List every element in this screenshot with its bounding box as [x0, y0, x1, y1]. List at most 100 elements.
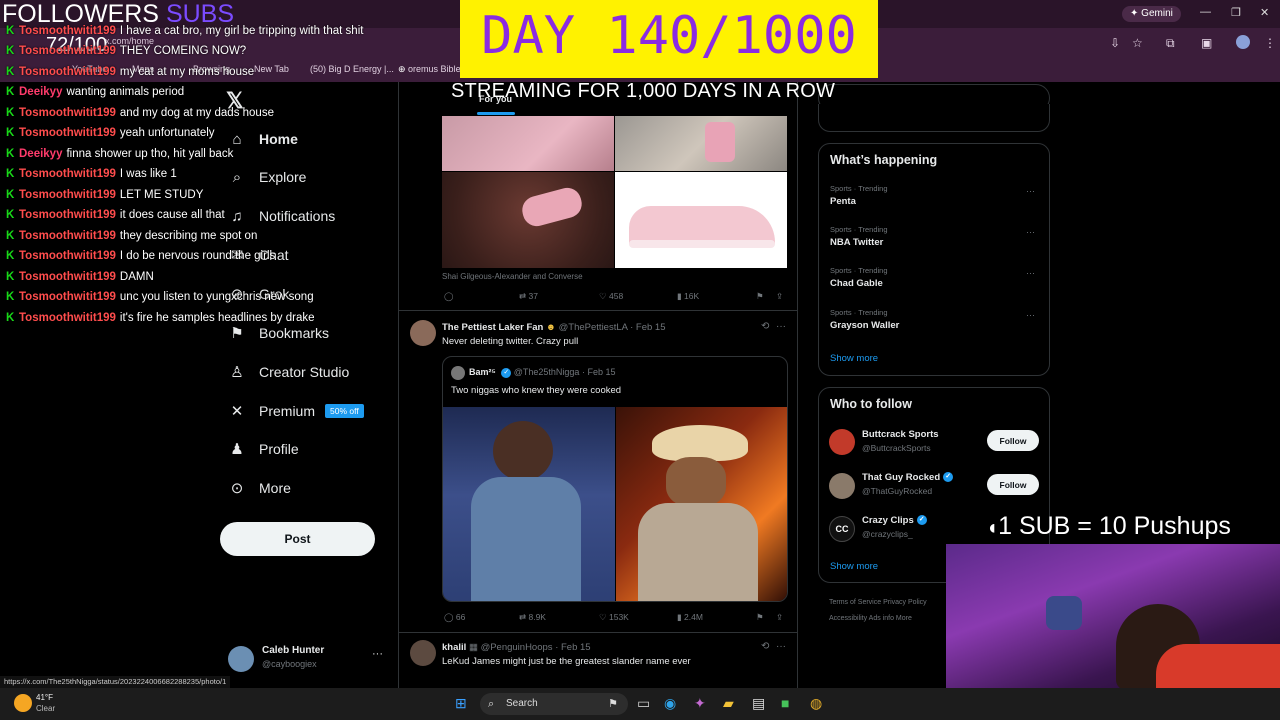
kick-icon: K: [6, 25, 15, 37]
trend-more-icon[interactable]: ···: [1026, 310, 1035, 320]
tweet3-date[interactable]: · Feb 15: [555, 642, 590, 653]
sidebar-item-more[interactable]: ⊙ More: [228, 473, 291, 503]
kick-icon: K: [6, 312, 15, 324]
quote-handle: @The25thNigga: [513, 367, 580, 377]
app-icon[interactable]: ■: [781, 695, 789, 711]
quote-avatar: [451, 366, 465, 380]
tweet3-avatar[interactable]: [410, 640, 436, 666]
suggest-name[interactable]: Crazy Clips ✓: [862, 515, 927, 526]
follow-button[interactable]: Follow: [987, 430, 1039, 451]
kick-icon: K: [6, 291, 15, 303]
tweet2-avatar[interactable]: [410, 320, 436, 346]
grok-explain-icon[interactable]: ⟲: [761, 321, 769, 332]
sidebar-item-notifications[interactable]: ♫ Notifications: [228, 201, 335, 231]
task-view-icon[interactable]: ▭: [637, 695, 650, 712]
webcam-feed: [946, 544, 1280, 690]
suggest-name[interactable]: That Guy Rocked ✓: [862, 472, 954, 483]
minimize-icon[interactable]: —: [1200, 6, 1211, 18]
post-button[interactable]: Post: [220, 522, 375, 556]
tweet1-image-3[interactable]: [442, 172, 614, 268]
windows-start-icon[interactable]: ⊞: [455, 695, 467, 712]
bookmark-new-tab[interactable]: New Tab: [254, 64, 289, 74]
kick-icon: K: [6, 230, 15, 242]
tweet1-image-1[interactable]: [442, 116, 614, 171]
edge-icon[interactable]: ◉: [664, 695, 676, 712]
install-app-icon[interactable]: ⇩: [1110, 36, 1120, 50]
trends-show-more[interactable]: Show more: [830, 353, 878, 364]
quote-text: Two niggas who knew they were cooked: [451, 385, 622, 396]
trend-more-icon[interactable]: ···: [1026, 268, 1035, 278]
tweet2-author-name[interactable]: The Pettiest Laker Fan: [442, 322, 543, 333]
suggest-name[interactable]: Buttcrack Sports: [862, 429, 939, 440]
main-feed[interactable]: For you Shai Gilgeous-Alexander and Conv…: [398, 82, 798, 688]
account-name: Caleb Hunter: [262, 645, 325, 656]
kick-icon: K: [6, 148, 15, 160]
tweet1-share-icon[interactable]: ⇪: [776, 291, 783, 302]
tweet2-more-icon[interactable]: ···: [776, 321, 786, 332]
follow-button[interactable]: Follow: [987, 474, 1039, 495]
chrome-icon[interactable]: ◍: [810, 695, 822, 712]
gemini-button[interactable]: ✦ Gemini: [1122, 6, 1181, 22]
tweet2-reply[interactable]: ◯ 66: [444, 612, 465, 623]
tweet2-handle[interactable]: @ThePettiestLA: [559, 322, 628, 333]
tweet1-bookmark-icon[interactable]: ⚑: [756, 291, 764, 302]
flag-icon: ⚑: [608, 698, 618, 710]
quote-image-left[interactable]: [443, 407, 615, 601]
kick-icon: K: [6, 209, 15, 221]
avatar[interactable]: [829, 473, 855, 499]
bell-icon: ♫: [231, 207, 243, 225]
trend-more-icon[interactable]: ···: [1026, 227, 1035, 237]
account-more-icon[interactable]: ···: [372, 648, 383, 660]
tweet2-share-icon[interactable]: ⇪: [776, 612, 783, 623]
tweet1-like[interactable]: ♡ 458: [599, 291, 623, 302]
tweet2-views[interactable]: ▮ 2.4M: [677, 612, 703, 623]
tweet1-views[interactable]: ▮ 16K: [677, 291, 699, 302]
bookmark-oremus[interactable]: ⊕ oremus Bible: [398, 64, 461, 75]
menu-kebab-icon[interactable]: ⋮: [1264, 36, 1276, 50]
divider: [399, 310, 797, 311]
kick-icon: K: [6, 168, 15, 180]
crazy-clips-logo-icon[interactable]: CC: [829, 516, 855, 542]
sidebar-item-premium[interactable]: ✕ Premium 50% off: [228, 396, 364, 426]
star-icon[interactable]: ☆: [1132, 36, 1143, 50]
footer-links-row-1[interactable]: Terms of Service Privacy Policy: [829, 599, 927, 606]
quote-header: Bam²⁵ ✓ @The25thNigga · Feb 15: [469, 367, 616, 378]
maximize-icon[interactable]: ❐: [1231, 6, 1241, 19]
bookmark-big-d-energy[interactable]: (50) Big D Energy |...: [310, 64, 394, 74]
tweet2-bookmark-icon[interactable]: ⚑: [756, 612, 764, 623]
sidebar-item-creator-studio[interactable]: ♙ Creator Studio: [228, 357, 349, 387]
quote-tweet[interactable]: Bam²⁵ ✓ @The25thNigga · Feb 15 Two nigga…: [442, 356, 788, 602]
tweet2-like[interactable]: ♡ 153K: [599, 612, 629, 623]
tweet1-repost[interactable]: ⇄ 37: [519, 291, 538, 302]
trend-more-icon[interactable]: ···: [1026, 186, 1035, 196]
tweet1-image-4[interactable]: [615, 172, 787, 268]
close-icon[interactable]: ✕: [1260, 6, 1269, 19]
tweet1-reply-icon[interactable]: ◯: [444, 291, 454, 302]
kick-icon: K: [6, 45, 15, 57]
file-explorer-icon[interactable]: ▰: [723, 695, 734, 712]
sidebar-item-explore[interactable]: ⌕ Explore: [228, 162, 307, 192]
quote-image-right[interactable]: [616, 407, 787, 601]
weather-icon[interactable]: [14, 694, 32, 712]
follow-show-more[interactable]: Show more: [830, 561, 878, 572]
status-link-preview: https://x.com/The25thNigga/status/202322…: [0, 676, 231, 688]
split-view-icon[interactable]: ▣: [1201, 36, 1212, 50]
sidebar-item-home[interactable]: ⌂ Home: [228, 124, 297, 154]
extensions-icon[interactable]: ⧉: [1166, 36, 1175, 51]
grok-explain-icon[interactable]: ⟲: [761, 641, 769, 652]
sidebar-item-profile[interactable]: ♟ Profile: [228, 434, 298, 464]
avatar[interactable]: [829, 429, 855, 455]
copilot-icon[interactable]: ✦: [694, 695, 706, 712]
footer-links-row-2[interactable]: Accessibility Ads info More: [829, 615, 912, 622]
tweet3-handle[interactable]: @PenguinHoops: [481, 642, 553, 653]
tweet3-author-name[interactable]: khalil: [442, 642, 466, 653]
tweet2-date[interactable]: · Feb 15: [630, 322, 665, 333]
tweet3-more-icon[interactable]: ···: [776, 641, 786, 652]
tweet2-repost[interactable]: ⇄ 8.9K: [519, 612, 546, 623]
store-icon[interactable]: ▤: [752, 695, 765, 712]
profile-avatar-icon[interactable]: [1236, 35, 1250, 49]
flag-icon: ▦: [468, 642, 478, 653]
tweet1-image-2[interactable]: [615, 116, 787, 171]
taskbar-search[interactable]: ⌕ Search ⚑: [480, 693, 628, 715]
account-switcher[interactable]: Caleb Hunter @cayboogiex ···: [228, 644, 388, 674]
